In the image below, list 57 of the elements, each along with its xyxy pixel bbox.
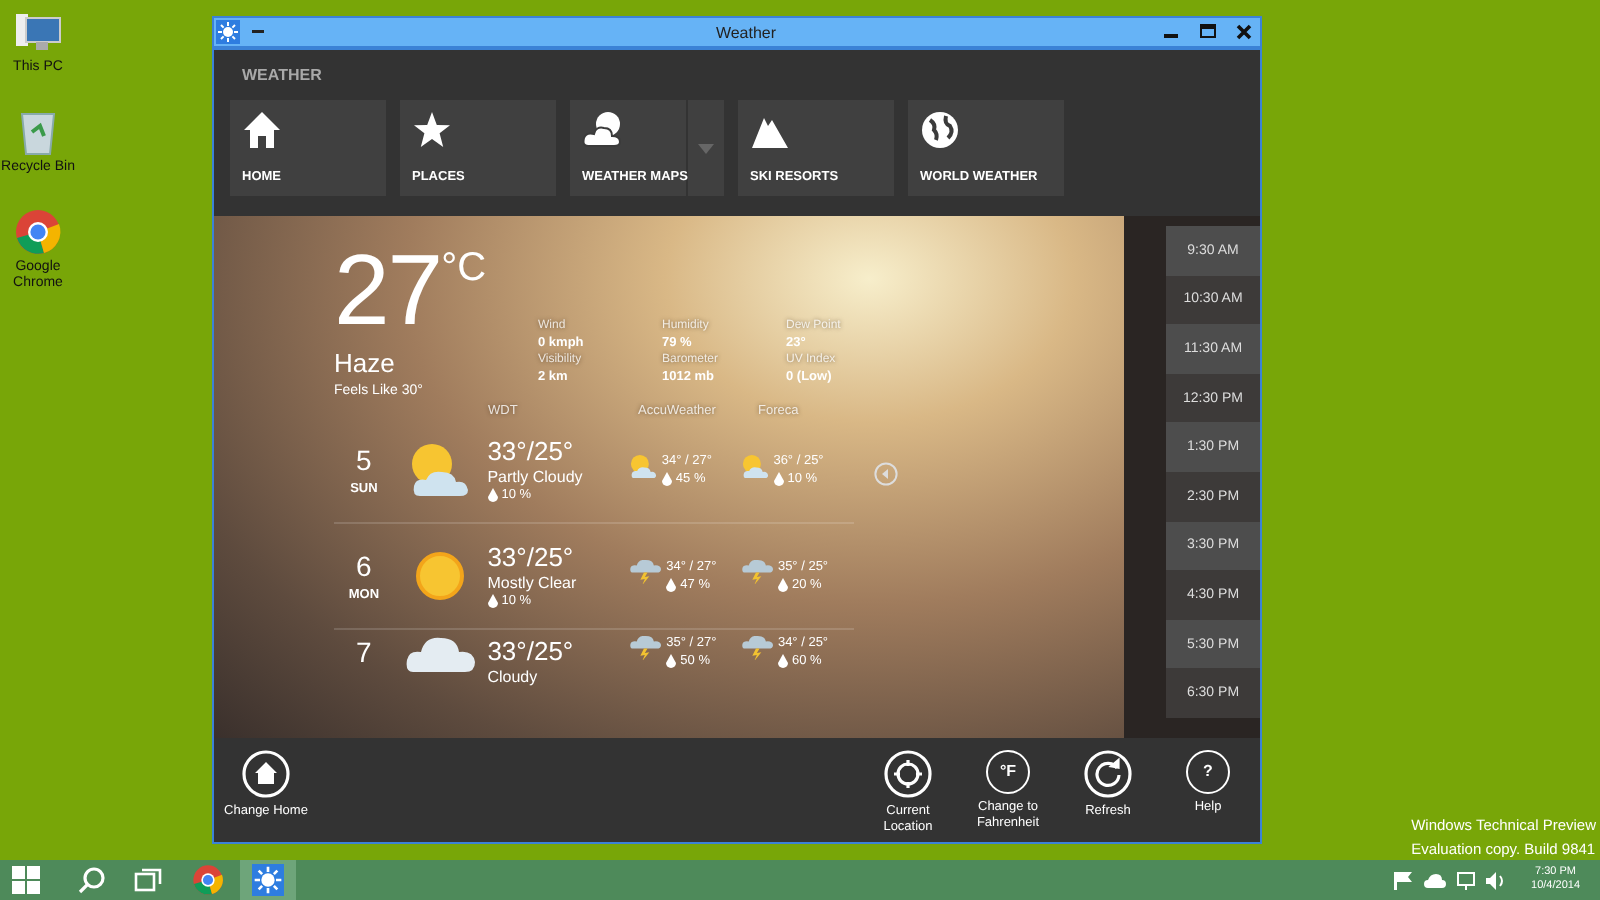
storm-cloud-icon	[742, 559, 774, 585]
raindrop-icon	[666, 653, 677, 667]
home-icon	[242, 750, 290, 798]
storm-cloud-icon	[630, 559, 663, 585]
trash-bin-icon[interactable]	[18, 108, 58, 157]
help-icon: ?	[1186, 750, 1230, 794]
raindrop-icon	[487, 594, 498, 608]
day-number: 5	[356, 443, 372, 475]
current-temperature: 27	[334, 244, 442, 339]
high-low-temperature: 33°/25°	[487, 542, 576, 572]
task-view-icon[interactable]	[134, 868, 162, 892]
raindrop-icon	[777, 653, 788, 667]
sun-cloud-icon	[410, 442, 471, 496]
home-icon	[242, 110, 282, 150]
high-low-temperature: 33°/25°	[487, 635, 576, 665]
fahrenheit-icon: °F	[986, 750, 1030, 794]
window-title: Weather	[713, 23, 779, 41]
high-low-temperature: 33°/25°	[487, 436, 576, 466]
flag-icon[interactable]	[1393, 871, 1414, 889]
crosshair-icon	[884, 750, 932, 798]
network-icon[interactable]	[1455, 871, 1476, 889]
caret-icon	[698, 143, 714, 153]
forecast-condition: Cloudy	[487, 667, 540, 685]
refresh-icon	[1084, 750, 1132, 798]
storm-cloud-icon	[630, 635, 663, 661]
day-number: 7	[356, 635, 372, 667]
app-title: WEATHER	[242, 66, 324, 84]
globe-icon	[920, 110, 960, 150]
raindrop-icon	[661, 471, 672, 485]
sun-cloud-icon	[742, 453, 770, 478]
cloud-icon	[405, 635, 476, 673]
maximize-icon[interactable]	[1200, 24, 1216, 40]
sun-cloud-icon	[630, 453, 658, 478]
raindrop-icon	[773, 471, 784, 485]
raindrop-icon	[666, 577, 677, 591]
temperature-unit: °C	[441, 248, 487, 288]
start-icon[interactable]	[12, 866, 40, 894]
search-icon[interactable]	[78, 866, 106, 894]
cloud-icon[interactable]	[1423, 872, 1446, 888]
browser-icon	[192, 864, 224, 896]
taskbar-app-button[interactable]	[240, 860, 296, 900]
sun-icon	[252, 864, 284, 896]
raindrop-icon	[487, 488, 498, 502]
day-number: 6	[356, 549, 372, 581]
browser-icon[interactable]	[14, 208, 62, 257]
close-icon[interactable]	[1236, 24, 1252, 40]
star-icon	[412, 110, 452, 150]
sun-icon	[416, 551, 465, 599]
computer-icon[interactable]	[14, 12, 62, 56]
sun-icon[interactable]	[216, 20, 240, 44]
current-condition: Haze	[334, 347, 397, 377]
storm-cloud-icon	[742, 635, 774, 661]
cloud-moon-icon	[582, 110, 622, 150]
raindrop-icon	[777, 577, 788, 591]
forecast-condition: Mostly Clear	[487, 574, 579, 592]
speaker-icon[interactable]	[1485, 871, 1506, 889]
forecast-condition: Partly Cloudy	[487, 468, 585, 486]
